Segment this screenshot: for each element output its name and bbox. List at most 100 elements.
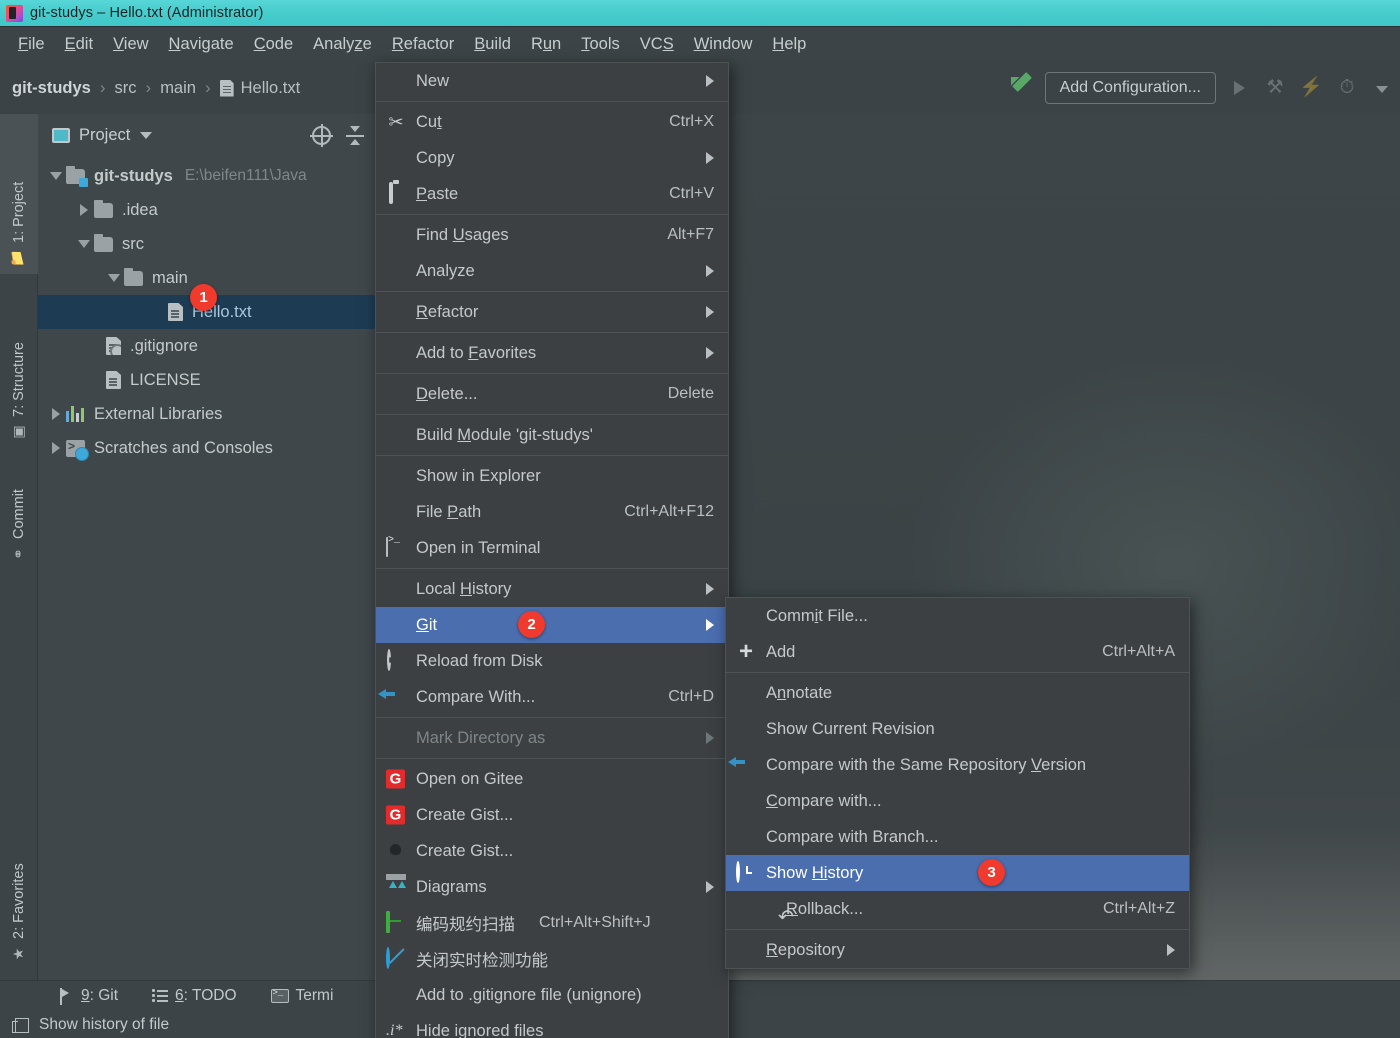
bottom-item-todo[interactable]: 6: TODO (152, 987, 237, 1005)
context-menu-item-disable-realtime-check[interactable]: 关闭实时检测功能 (376, 941, 728, 977)
menu-file[interactable]: File (8, 32, 55, 57)
context-menu-item-show-in-explorer[interactable]: Show in Explorer (376, 458, 728, 494)
sidebar-item-project[interactable]: 📁 1: Project (0, 114, 38, 274)
git-submenu-item-repository[interactable]: Repository (726, 932, 1189, 968)
intellij-idea-logo-icon (6, 4, 23, 22)
git-submenu-item-show-history[interactable]: Show History 3 (726, 855, 1189, 891)
chevron-expanded-icon[interactable] (76, 236, 92, 252)
chevron-down-icon[interactable] (140, 132, 153, 139)
breadcrumb-main[interactable]: main (160, 79, 196, 98)
context-menu-item-new[interactable]: New (376, 63, 728, 99)
menu-tools[interactable]: Tools (571, 32, 630, 57)
menu-item-accelerator: Delete (667, 385, 714, 402)
chevron-expanded-icon[interactable] (48, 168, 64, 184)
tree-node-scratches-and-consoles[interactable]: Scratches and Consoles (38, 431, 375, 465)
git-submenu-item-show-current-revision[interactable]: Show Current Revision (726, 711, 1189, 747)
collapse-all-icon[interactable] (345, 126, 365, 145)
github-icon (386, 841, 406, 861)
menu-separator (376, 373, 728, 374)
profile-icon[interactable]: ⏱ (1334, 75, 1360, 101)
paste-icon (386, 182, 406, 204)
context-menu-item-create-gist-gitee[interactable]: G Create Gist... (376, 797, 728, 833)
menu-item-label: New (416, 71, 450, 90)
context-menu-item-copy[interactable]: Copy (376, 140, 728, 176)
git-submenu-item-commit-file[interactable]: Commit File... (726, 598, 1189, 634)
git-submenu-item-annotate[interactable]: Annotate (726, 675, 1189, 711)
bottom-item-git[interactable]: 9: Git (58, 987, 118, 1005)
sidebar-item-commit[interactable]: ⚭ Commit (0, 454, 38, 569)
context-menu-item-diagrams[interactable]: Diagrams (376, 869, 728, 905)
menu-item-accelerator: Ctrl+Alt+A (1102, 643, 1175, 660)
diagram-icon (386, 874, 406, 897)
tree-node-git-studys[interactable]: git-studys E:\beifen111\Java (38, 159, 375, 193)
tree-node-label: src (122, 234, 144, 253)
context-menu-item-add-to-gitignore[interactable]: Add to .gitignore file (unignore) (376, 977, 728, 1013)
select-opened-file-icon[interactable] (310, 124, 333, 147)
tree-node-hello-txt[interactable]: Hello.txt 1 (38, 284, 375, 329)
context-menu-item-find-usages[interactable]: Find Usages Alt+F7 (376, 217, 728, 253)
git-submenu-item-compare-with-branch[interactable]: Compare with Branch... (726, 819, 1189, 855)
run-icon[interactable] (1226, 75, 1252, 101)
menu-item-label: Add to Favorites (416, 343, 537, 362)
menu-edit[interactable]: Edit (55, 32, 103, 57)
breadcrumb-file[interactable]: Hello.txt (219, 79, 300, 98)
menu-item-label: Repository (766, 940, 845, 959)
menu-navigate[interactable]: Navigate (159, 32, 244, 57)
bottom-item-terminal[interactable]: Termi (270, 987, 333, 1005)
debug-icon[interactable]: ⚒ (1262, 75, 1288, 101)
sidebar-item-structure[interactable]: ▣ 7: Structure (0, 282, 38, 447)
git-submenu-item-compare-same-repo-version[interactable]: Compare with the Same Repository Version (726, 747, 1189, 783)
git-submenu-item-add[interactable]: + Add Ctrl+Alt+A (726, 634, 1189, 670)
context-menu-item-reload-from-disk[interactable]: Reload from Disk (376, 643, 728, 679)
compare-icon (736, 755, 756, 775)
tree-node-external-libraries[interactable]: External Libraries (38, 397, 375, 431)
git-submenu-item-rollback[interactable]: ↶ Rollback... Ctrl+Alt+Z (726, 891, 1189, 928)
run-coverage-icon[interactable]: ⚡ (1298, 75, 1324, 101)
menu-analyze[interactable]: Analyze (303, 32, 382, 57)
text-file-icon (106, 371, 121, 389)
run-arrow-icon[interactable] (1009, 75, 1035, 101)
menu-build[interactable]: Build (464, 32, 521, 57)
context-menu-item-git[interactable]: Git 2 (376, 607, 728, 643)
menu-separator (376, 332, 728, 333)
chevron-expanded-icon[interactable] (106, 270, 122, 286)
menu-help[interactable]: Help (762, 32, 816, 57)
context-menu-item-add-to-favorites[interactable]: Add to Favorites (376, 335, 728, 371)
context-menu-item-paste[interactable]: Paste Ctrl+V (376, 176, 728, 212)
breadcrumb-project[interactable]: git-studys (12, 79, 91, 98)
context-menu-item-build-module[interactable]: Build Module 'git-studys' (376, 417, 728, 453)
chevron-collapsed-icon[interactable] (76, 202, 92, 218)
context-menu-item-open-on-gitee[interactable]: G Open on Gitee (376, 761, 728, 797)
breadcrumb-src[interactable]: src (115, 79, 137, 98)
menu-separator (376, 758, 728, 759)
tree-node-gitignore[interactable]: .gitignore (38, 329, 375, 363)
sidebar-item-favorites[interactable]: ★ 2: Favorites (0, 814, 38, 969)
menu-window[interactable]: Window (684, 32, 763, 57)
menu-refactor[interactable]: Refactor (382, 32, 464, 57)
menu-vcs[interactable]: VCS (630, 32, 684, 57)
context-menu-item-create-gist-github[interactable]: Create Gist... (376, 833, 728, 869)
context-menu-item-refactor[interactable]: Refactor (376, 294, 728, 330)
tree-node-src[interactable]: src (38, 227, 375, 261)
menu-view[interactable]: View (103, 32, 158, 57)
context-menu-item-delete[interactable]: Delete... Delete (376, 376, 728, 412)
context-menu-item-open-in-terminal[interactable]: Open in Terminal (376, 530, 728, 566)
tree-node-license[interactable]: LICENSE (38, 363, 375, 397)
project-tool-window: Project git-studys E:\beifen111\Java .id… (38, 114, 375, 980)
context-menu-item-hide-ignored-files[interactable]: .i* Hide ignored files (376, 1013, 728, 1038)
git-submenu-item-compare-with[interactable]: Compare with... (726, 783, 1189, 819)
tree-node-idea[interactable]: .idea (38, 193, 375, 227)
context-menu-item-analyze[interactable]: Analyze (376, 253, 728, 289)
context-menu-item-compare-with[interactable]: Compare With... Ctrl+D (376, 679, 728, 715)
context-menu-item-code-scan[interactable]: 编码规约扫描 Ctrl+Alt+Shift+J (376, 905, 728, 941)
chevron-down-icon[interactable] (1370, 75, 1396, 101)
chevron-collapsed-icon[interactable] (48, 440, 64, 456)
menu-run[interactable]: Run (521, 32, 571, 57)
menu-item-label: Compare With... (416, 687, 536, 706)
context-menu-item-local-history[interactable]: Local History (376, 571, 728, 607)
menu-code[interactable]: Code (244, 32, 303, 57)
context-menu-item-cut[interactable]: ✂ Cut Ctrl+X (376, 104, 728, 140)
context-menu-item-file-path[interactable]: File Path Ctrl+Alt+F12 (376, 494, 728, 530)
chevron-collapsed-icon[interactable] (48, 406, 64, 422)
add-configuration-button[interactable]: Add Configuration... (1044, 72, 1216, 104)
